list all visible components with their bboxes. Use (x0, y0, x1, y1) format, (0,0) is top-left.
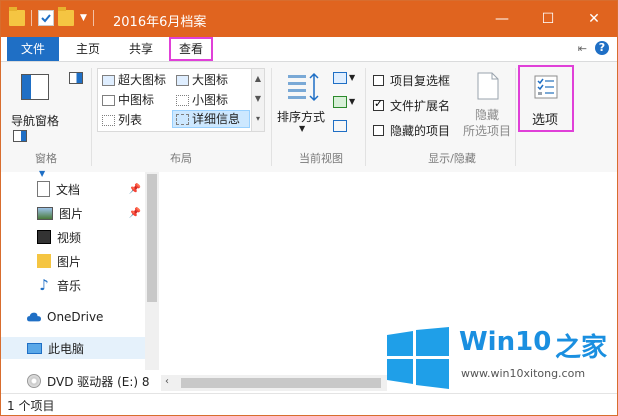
watermark: Win10 之家 www.win10xitong.com (387, 323, 613, 407)
add-columns-icon (333, 96, 347, 108)
add-columns-button[interactable]: ▼ (333, 96, 357, 112)
scroll-up-icon[interactable]: ▼ (39, 169, 45, 178)
watermark-brand: Win10 (459, 327, 552, 357)
ribbon-tabs: 文件 主页 共享 查看 ⇤ ? (1, 37, 617, 61)
document-icon (37, 181, 50, 197)
close-button[interactable]: ✕ (571, 1, 617, 37)
pin-ribbon-icon[interactable]: ⇤ (578, 42, 587, 55)
nav-item-onedrive[interactable]: OneDrive (1, 306, 145, 328)
hide-label: 隐藏 (475, 108, 500, 122)
file-extensions-checkbox[interactable] (373, 97, 384, 111)
group-label-panes: 窗格 (35, 152, 57, 165)
preview-pane-icon[interactable] (13, 130, 27, 142)
maximize-button[interactable]: ☐ (525, 1, 571, 37)
options-button[interactable]: 选项 (518, 65, 574, 132)
nav-scroll-thumb[interactable] (147, 174, 157, 302)
layout-details[interactable]: 详细信息 (172, 110, 250, 128)
windows-logo-icon (387, 327, 449, 389)
item-checkboxes-checkbox[interactable] (373, 74, 384, 86)
item-count: 1 个项目 (7, 399, 55, 413)
folder-icon (37, 254, 51, 268)
quick-access-toolbar: ▼ (9, 7, 96, 26)
group-label-current-view: 当前视图 (299, 152, 343, 165)
nav-pane-button[interactable]: 导航窗格 (7, 70, 65, 142)
size-columns-icon (333, 120, 347, 132)
hide-selected-button[interactable]: 隐藏 所选项目 (461, 68, 515, 140)
tab-file[interactable]: 文件 (7, 37, 59, 61)
video-icon (37, 230, 51, 244)
nav-item-videos[interactable]: 视频 (1, 226, 145, 248)
nav-item-music[interactable]: ♪ 音乐 (1, 274, 145, 296)
layout-large-icons[interactable]: 大图标 (176, 71, 228, 89)
help-icon[interactable]: ? (595, 41, 609, 55)
sort-label: 排序方式 (277, 110, 326, 124)
disc-icon (27, 374, 41, 388)
file-extensions-toggle[interactable]: 文件扩展名 (373, 95, 450, 115)
new-folder-icon[interactable] (58, 7, 74, 26)
chevron-down-icon[interactable]: ▼ (80, 13, 87, 23)
folder-icon (9, 7, 25, 26)
nav-vertical-scrollbar[interactable] (145, 172, 159, 370)
nav-item-pictures[interactable]: 图片 (1, 250, 145, 272)
group-label-layout: 布局 (170, 152, 192, 165)
tab-view[interactable]: 查看 (169, 37, 213, 61)
nav-item-dvd-drive[interactable]: DVD 驱动器 (E:) 8 (1, 370, 159, 392)
scroll-up-icon[interactable]: ▲ (252, 69, 264, 89)
group-by-icon (333, 72, 347, 84)
title-bar[interactable]: ▼ 2016年6月档案 — ☐ ✕ (1, 1, 617, 37)
tab-share[interactable]: 共享 (116, 37, 166, 61)
scroll-left-icon[interactable]: ‹ (165, 376, 169, 387)
options-label: 选项 (532, 113, 559, 128)
nav-pane-icon (21, 74, 49, 100)
computer-icon (27, 342, 42, 354)
explorer-window: ▼ 2016年6月档案 — ☐ ✕ 文件 主页 共享 查看 ⇤ ? 导航窗格 窗… (0, 0, 618, 416)
sort-by-button[interactable]: 排序方式 ▼ (277, 68, 329, 138)
small-icons-icon (176, 94, 189, 106)
options-icon (534, 75, 558, 99)
horizontal-scrollbar[interactable]: ‹ (161, 375, 387, 391)
list-icon (102, 114, 115, 126)
layout-small-icons[interactable]: 小图标 (176, 91, 228, 109)
details-icon (176, 113, 189, 125)
window-title: 2016年6月档案 (113, 15, 207, 30)
nav-item-documents[interactable]: 文档 📌 (1, 178, 145, 200)
details-pane-icon[interactable] (69, 72, 83, 84)
hidden-items-toggle[interactable]: 隐藏的项目 (373, 120, 450, 140)
item-checkboxes-toggle[interactable]: 项目复选框 (373, 70, 450, 90)
music-icon: ♪ (39, 276, 49, 294)
nav-item-this-pc[interactable]: 此电脑 (1, 337, 145, 359)
navigation-pane: ▼ 文档 📌 图片 📌 视频 图片 ♪ 音乐 OneDrive 此电脑 DVD … (1, 169, 159, 392)
properties-icon[interactable] (38, 10, 54, 26)
gallery-more-icon[interactable]: ▾ (252, 109, 264, 129)
layout-medium-icons[interactable]: 中图标 (102, 91, 154, 109)
pin-icon: 📌 (128, 207, 141, 219)
pictures-icon (37, 206, 53, 220)
minimize-button[interactable]: — (479, 1, 525, 37)
sort-icon (288, 72, 319, 102)
hide-selected-icon (477, 72, 499, 100)
nav-pane-label: 导航窗格 (11, 114, 60, 128)
chevron-down-icon: ▼ (299, 124, 306, 133)
nav-item-pictures-pinned[interactable]: 图片 📌 (1, 202, 145, 224)
tab-home[interactable]: 主页 (63, 37, 113, 61)
scroll-down-icon[interactable]: ▼ (252, 89, 264, 109)
layout-gallery: 超大图标 大图标 中图标 小图标 列表 详细信息 ▲ ▼ ▾ (97, 68, 265, 132)
layout-extra-large-icons[interactable]: 超大图标 (102, 71, 166, 89)
group-label-show-hide: 显示/隐藏 (428, 152, 476, 165)
selected-items-label: 所选项目 (463, 124, 512, 138)
horizontal-scroll-thumb[interactable] (181, 378, 381, 388)
ribbon-panel: 导航窗格 窗格 超大图标 大图标 中图标 小图标 列表 详细信息 ▲ ▼ ▾ 布… (1, 61, 617, 173)
size-columns-button[interactable] (333, 120, 349, 136)
extra-large-icons-icon (102, 74, 115, 86)
large-icons-icon (176, 74, 189, 86)
pin-icon: 📌 (128, 183, 141, 195)
watermark-url: www.win10xitong.com (461, 367, 586, 380)
hidden-items-checkbox[interactable] (373, 124, 384, 136)
layout-gallery-scroll[interactable]: ▲ ▼ ▾ (251, 69, 264, 131)
watermark-brand-suffix: 之家 (555, 333, 608, 363)
cloud-icon (27, 312, 41, 322)
group-by-button[interactable]: ▼ (333, 72, 357, 88)
medium-icons-icon (102, 94, 115, 106)
layout-list[interactable]: 列表 (102, 111, 142, 129)
